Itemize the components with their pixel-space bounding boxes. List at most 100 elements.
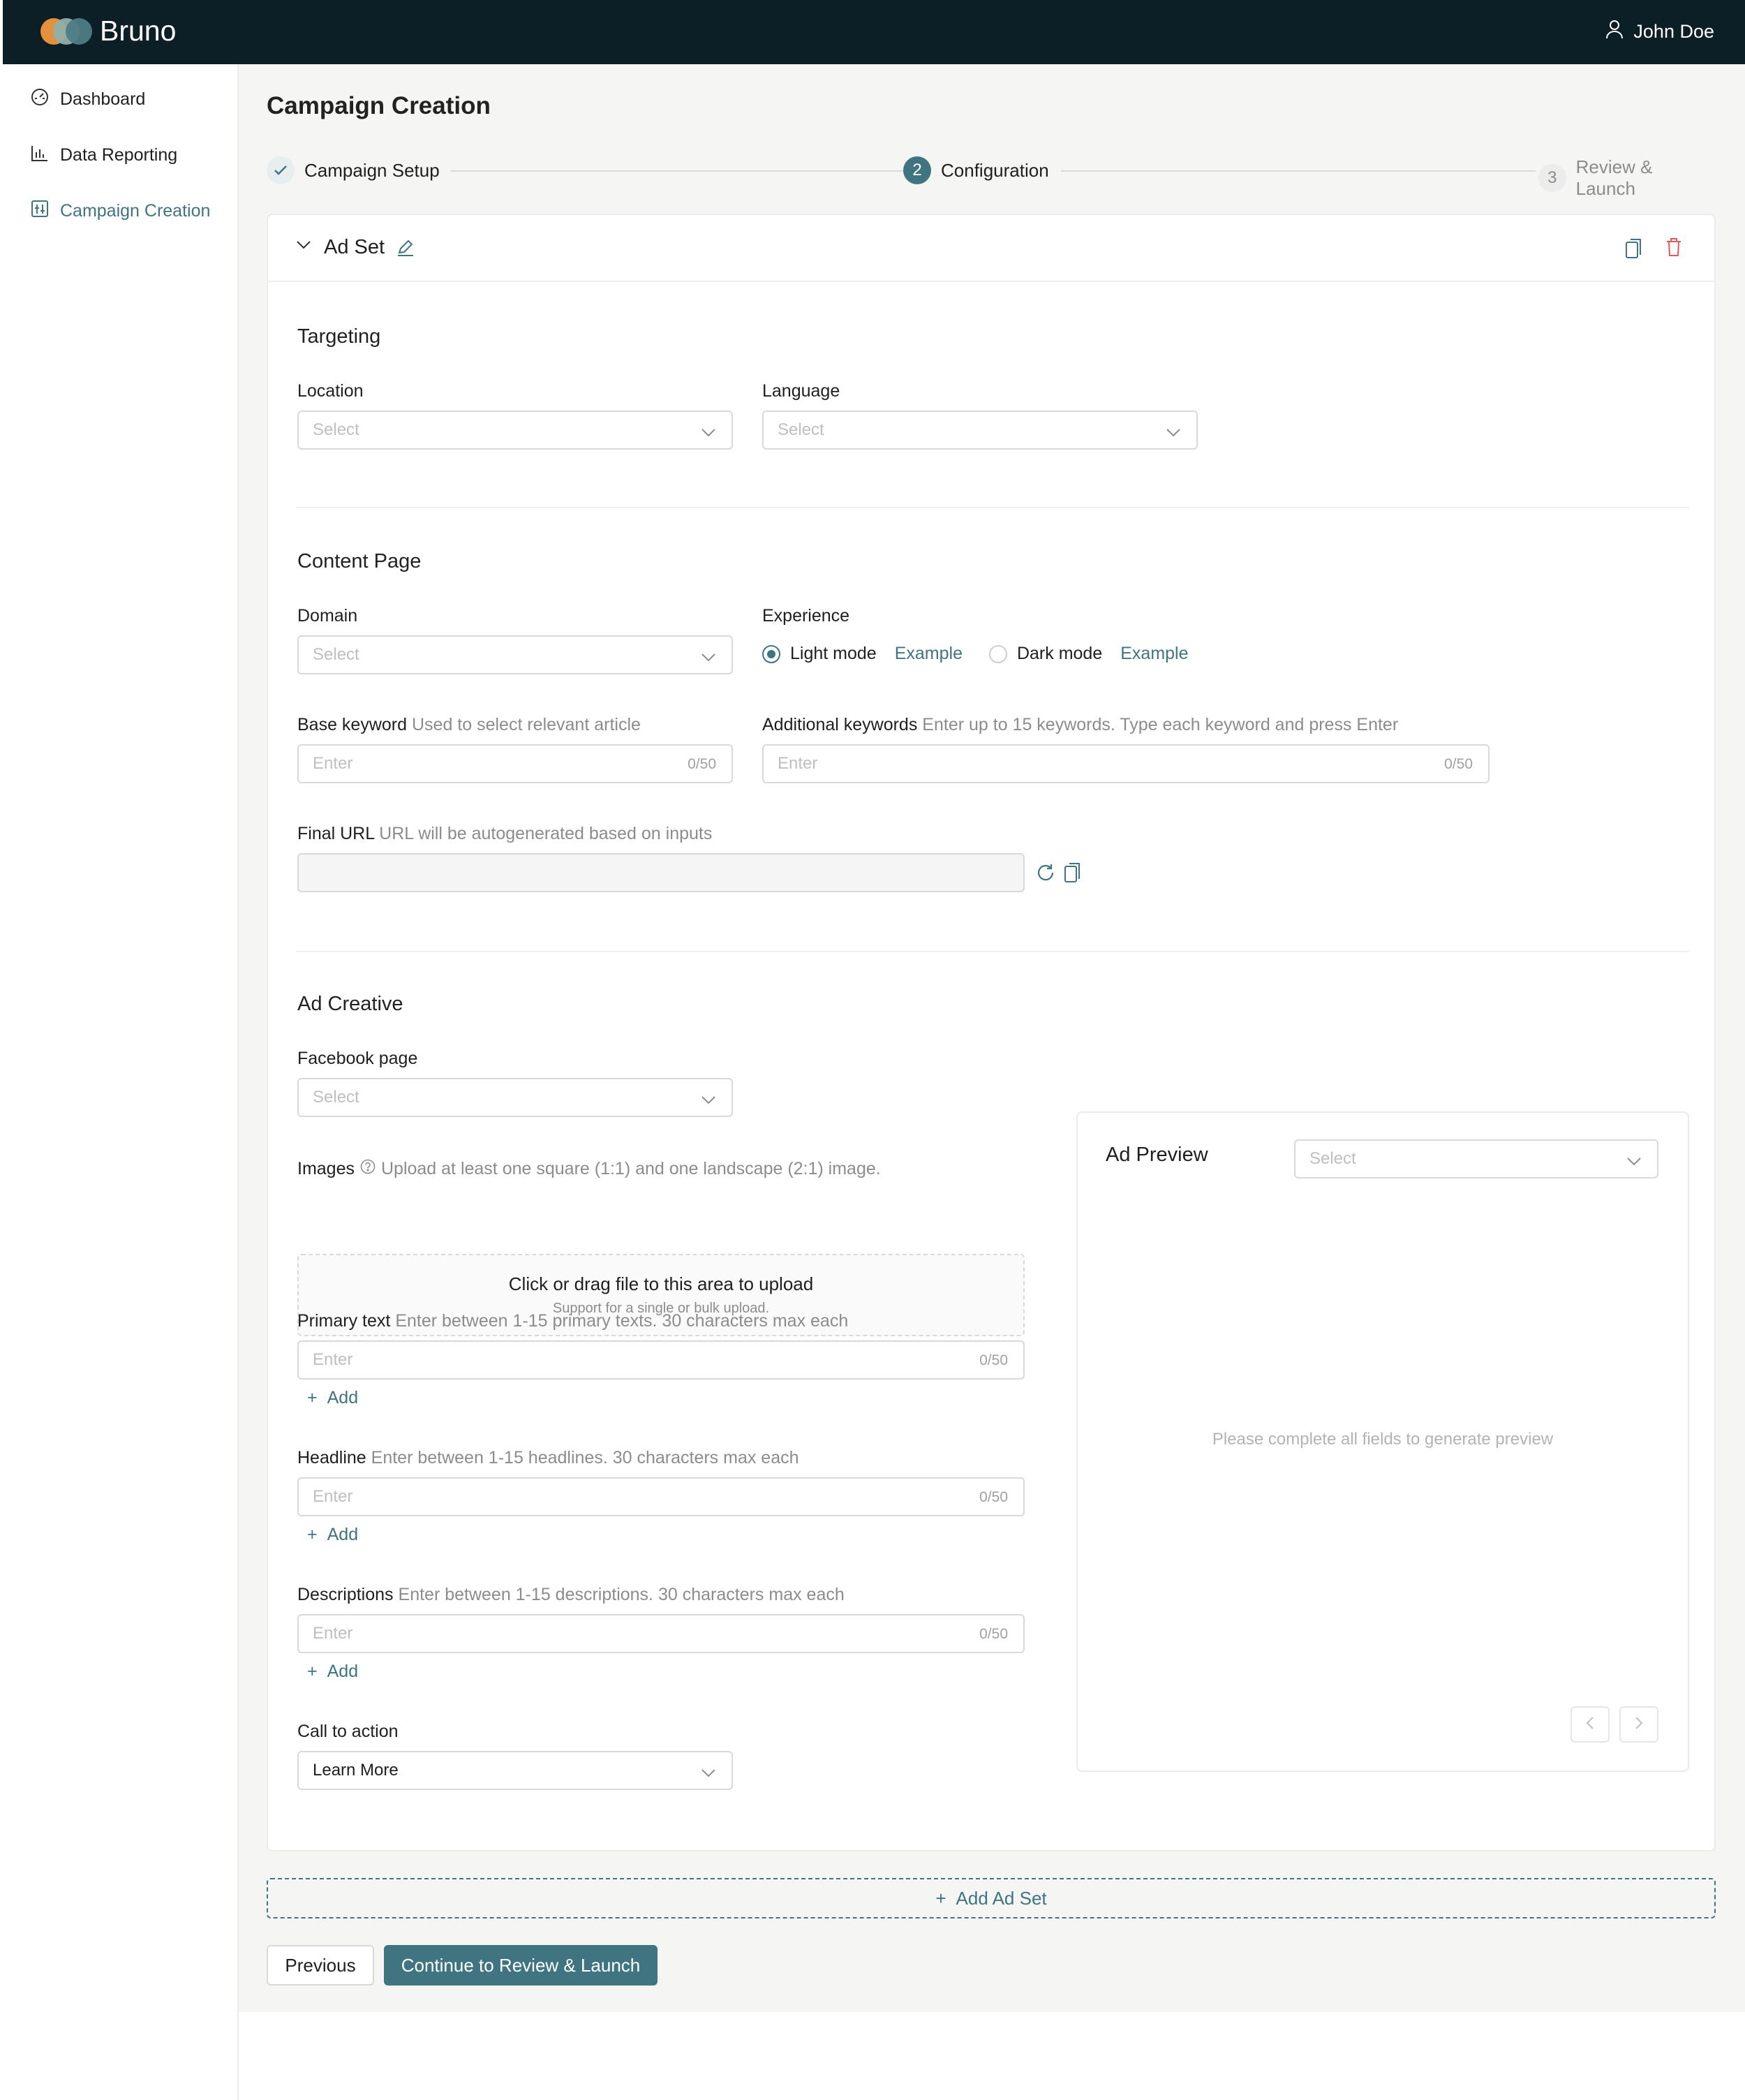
label-hint: Enter up to 15 keywords. Type each keywo… [922,715,1399,734]
select-placeholder: Select [1309,1149,1356,1168]
language-label: Language [762,381,840,401]
refresh-icon[interactable] [1036,863,1055,886]
final-url-field [297,853,1025,892]
input-placeholder: Enter [313,1350,353,1369]
char-count: 0/50 [1444,756,1473,772]
base-keyword-label: Base keyword Used to select relevant art… [297,715,641,735]
dark-mode-radio[interactable] [988,644,1007,663]
chevron-down-icon [701,1763,716,1783]
label-hint: Enter between 1-15 primary texts. 30 cha… [395,1311,849,1331]
user-menu[interactable]: John Doe [1605,20,1714,44]
descriptions-label: Descriptions Enter between 1-15 descript… [297,1585,845,1605]
ad-set-title: Ad Set [324,236,385,258]
page-title: Campaign Creation [267,92,491,119]
plus-icon: + [307,1662,318,1681]
light-mode-radio[interactable] [762,644,780,663]
label-text: Images [297,1159,355,1178]
language-select[interactable]: Select [762,411,1198,450]
char-count: 0/50 [979,1626,1008,1642]
label-hint: Enter between 1-15 descriptions. 30 char… [398,1585,845,1604]
chevron-down-icon[interactable] [296,240,311,253]
dashboard-icon [31,88,49,111]
domain-select[interactable]: Select [297,635,733,674]
input-placeholder: Enter [313,754,353,773]
copy-url-icon[interactable] [1064,862,1082,887]
select-placeholder: Select [778,420,824,439]
user-name: John Doe [1633,21,1714,42]
sidebar: Dashboard Data Reporting Campaign Creati… [3,64,239,2100]
descriptions-input[interactable]: Enter 0/50 [297,1614,1025,1653]
add-ad-set-button[interactable]: + Add Ad Set [267,1878,1716,1918]
main-content: Campaign Creation Campaign Setup 2 Confi… [239,64,1745,2012]
label-hint: URL will be autogenerated based on input… [379,824,713,843]
input-placeholder: Enter [313,1624,353,1643]
step-review-launch[interactable]: 3 Review & Launch [1538,156,1716,200]
label-text: Headline [297,1448,366,1467]
select-value: Learn More [313,1761,399,1780]
copy-icon[interactable] [1625,237,1643,263]
chevron-right-icon [1635,1716,1643,1733]
user-icon [1605,20,1624,44]
ad-preview-select[interactable]: Select [1294,1139,1658,1178]
section-title-ad-creative: Ad Creative [297,993,403,1015]
button-label: Add Ad Set [956,1887,1047,1909]
location-select[interactable]: Select [297,411,733,450]
edit-icon[interactable] [396,239,415,260]
chevron-down-icon [1626,1152,1642,1171]
divider [296,951,1689,952]
char-count: 0/50 [979,1489,1008,1505]
chevron-down-icon [701,648,716,667]
chevron-down-icon [701,1090,716,1110]
add-description-button[interactable]: + Add [307,1662,358,1682]
sidebar-item-campaign-creation[interactable]: Campaign Creation [31,200,210,223]
light-mode-label: Light mode [790,644,877,663]
sidebar-item-label: Data Reporting [60,145,178,165]
label-text: Primary text [297,1311,391,1331]
sidebar-item-data-reporting[interactable]: Data Reporting [31,144,177,167]
ad-set-header: Ad Set [268,215,1714,282]
divider [296,507,1689,508]
chevron-down-icon [1166,423,1181,443]
label-text: Base keyword [297,715,408,734]
label-hint: Used to select relevant article [411,715,641,734]
button-label: Add [327,1525,359,1544]
add-primary-text-button[interactable]: + Add [307,1388,358,1408]
button-label: Add [327,1388,359,1407]
headline-input[interactable]: Enter 0/50 [297,1477,1025,1516]
headline-label: Headline Enter between 1-15 headlines. 3… [297,1448,799,1468]
add-headline-button[interactable]: + Add [307,1525,358,1545]
previous-button[interactable]: Previous [267,1945,374,1986]
previous-preview-button[interactable] [1570,1706,1610,1743]
step-campaign-setup[interactable]: Campaign Setup [267,156,440,184]
light-mode-example-link[interactable]: Example [895,644,963,664]
label-text: Final URL [297,824,375,843]
facebook-page-select[interactable]: Select [297,1078,733,1117]
section-title-content-page: Content Page [297,550,422,572]
step-label: Configuration [941,159,1049,181]
step-configuration[interactable]: 2 Configuration [903,156,1049,184]
ad-set-card: Ad Set Targeting Location Select Languag… [267,214,1716,1851]
chevron-left-icon [1586,1716,1594,1733]
ad-preview-empty-message: Please complete all fields to generate p… [1212,1430,1554,1449]
brand-name: Bruno [100,15,177,47]
select-placeholder: Select [313,645,359,664]
sidebar-item-dashboard[interactable]: Dashboard [31,88,145,111]
top-bar: Bruno John Doe [3,0,1745,64]
continue-button[interactable]: Continue to Review & Launch [384,1945,658,1986]
button-label: Add [327,1662,359,1681]
step-label: Campaign Setup [304,159,440,181]
dark-mode-example-link[interactable]: Example [1120,644,1188,664]
chevron-down-icon [701,423,716,443]
call-to-action-select[interactable]: Learn More [297,1751,733,1790]
delete-icon[interactable] [1665,237,1682,260]
help-icon[interactable] [360,1159,376,1179]
additional-keywords-input[interactable]: Enter 0/50 [762,744,1490,783]
experience-radio-group: Light mode Example Dark mode Example [762,644,1189,664]
sidebar-item-label: Campaign Creation [60,201,211,221]
char-count: 0/50 [979,1352,1008,1368]
base-keyword-input[interactable]: Enter 0/50 [297,744,733,783]
primary-text-input[interactable]: Enter 0/50 [297,1340,1025,1380]
char-count: 0/50 [688,756,716,772]
next-preview-button[interactable] [1619,1706,1658,1743]
step-connector [1061,170,1536,172]
